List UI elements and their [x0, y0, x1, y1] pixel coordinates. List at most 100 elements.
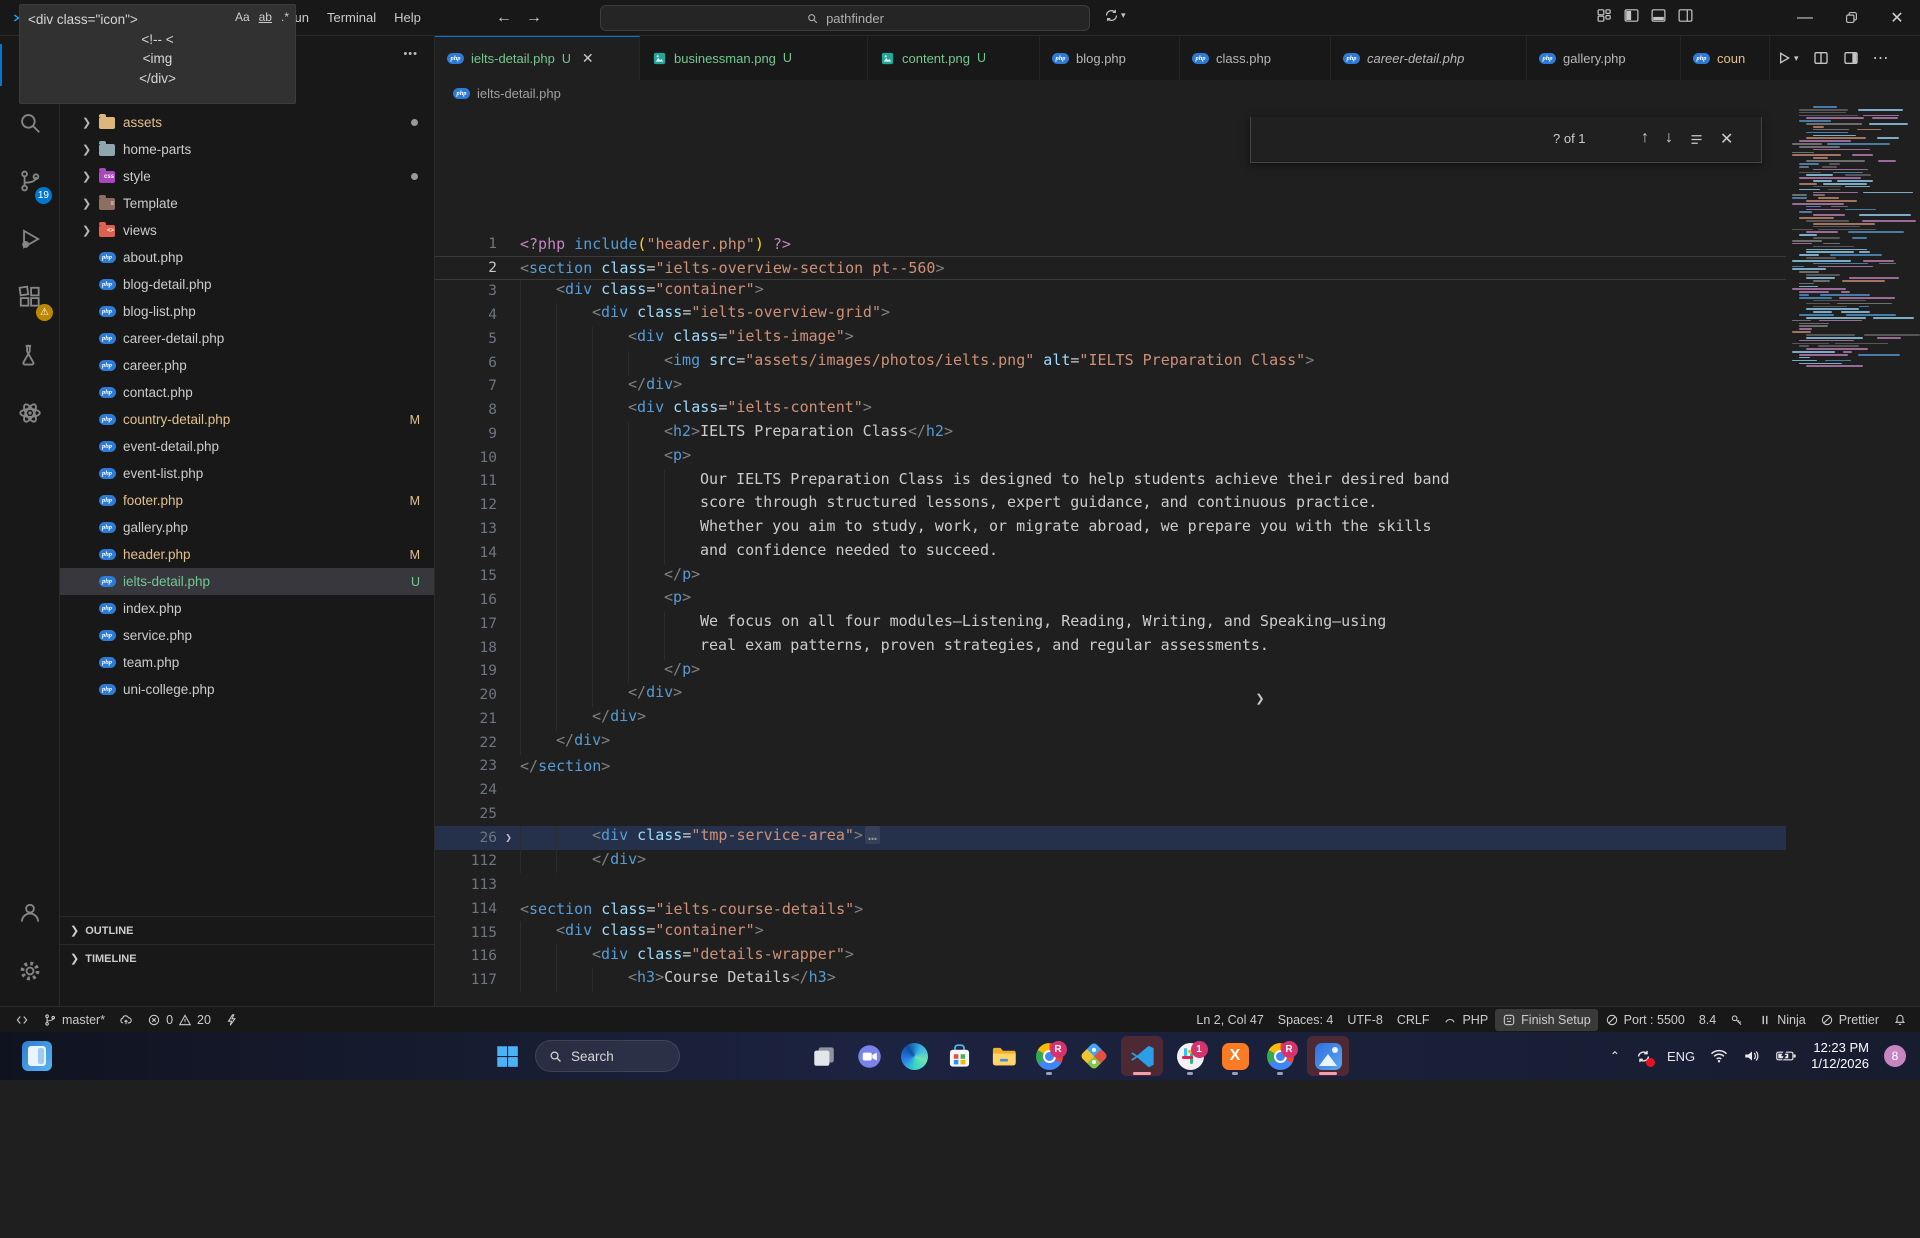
widgets-button[interactable]	[22, 1041, 52, 1071]
status-eol[interactable]: CRLF	[1390, 1009, 1437, 1031]
tree-item-event-detail.php[interactable]: php event-detail.php	[60, 433, 434, 460]
tab-coun[interactable]: phpcoun	[1681, 36, 1770, 80]
menu-help[interactable]: Help	[385, 5, 430, 31]
wifi-icon[interactable]	[1710, 1049, 1728, 1063]
onedrive-sync-icon[interactable]	[1635, 1048, 1652, 1065]
tree-item-ielts-detail.php[interactable]: php ielts-detail.phpU	[60, 568, 434, 595]
status-language-mode[interactable]: PHP	[1436, 1009, 1495, 1031]
language-indicator[interactable]: ENG	[1667, 1049, 1695, 1064]
battery-icon[interactable]	[1776, 1049, 1796, 1063]
find-previous-button[interactable]: ↑	[1641, 129, 1649, 149]
find-input[interactable]: Aa ab .* <div class="icon"><!-- <<img</d…	[19, 4, 296, 104]
outline-section[interactable]: ❯ OUTLINE	[60, 916, 435, 944]
tree-item-career.php[interactable]: php career.php	[60, 352, 434, 379]
status-encoding[interactable]: UTF-8	[1340, 1009, 1389, 1031]
tree-item-Template[interactable]: ❯≡ Template	[60, 190, 434, 217]
status-prettier[interactable]: Prettier	[1813, 1009, 1886, 1031]
taskbar-app-xampp[interactable]: X	[1217, 1036, 1253, 1076]
tree-item-about.php[interactable]: php about.php	[60, 244, 434, 271]
breadcrumb[interactable]: php ielts-detail.php	[435, 80, 1920, 106]
tree-item-blog-detail.php[interactable]: php blog-detail.php	[60, 271, 434, 298]
taskbar-app-teams-chat[interactable]	[851, 1036, 887, 1076]
tab-career-detail.php[interactable]: phpcareer-detail.php	[1331, 36, 1527, 80]
tab-class.php[interactable]: phpclass.php	[1180, 36, 1331, 80]
tab-businessman.png[interactable]: businessman.pngU	[640, 36, 868, 80]
find-next-button[interactable]: ↓	[1665, 129, 1673, 149]
minimap[interactable]	[1786, 106, 1900, 1006]
taskbar-app-chrome-profile-2[interactable]: R	[1262, 1036, 1298, 1076]
whole-word-button[interactable]: ab	[259, 10, 272, 24]
toggle-sidebar-icon[interactable]	[1623, 7, 1640, 24]
fold-chevron-icon[interactable]: ❯	[505, 831, 512, 844]
tree-item-index.php[interactable]: php index.php	[60, 595, 434, 622]
tree-item-views[interactable]: ❯<> views	[60, 217, 434, 244]
status-remote[interactable]	[8, 1009, 36, 1031]
customize-layout-icon[interactable]	[1596, 7, 1613, 24]
status-git-branch[interactable]: master*	[36, 1009, 112, 1031]
tab-content.png[interactable]: content.pngU	[868, 36, 1040, 80]
regex-button[interactable]: .*	[281, 10, 289, 24]
restore-button[interactable]	[1828, 0, 1874, 35]
status-finish-setup[interactable]: Finish Setup	[1495, 1009, 1597, 1031]
status-key[interactable]	[1723, 1009, 1751, 1031]
command-center-search[interactable]: pathfinder	[600, 5, 1090, 31]
clock[interactable]: 12:23 PM 1/12/2026	[1811, 1040, 1869, 1072]
volume-icon[interactable]	[1743, 1048, 1761, 1064]
tab-ielts-detail.php[interactable]: phpielts-detail.phpU✕	[435, 36, 640, 80]
tree-item-gallery.php[interactable]: php gallery.php	[60, 514, 434, 541]
tree-item-assets[interactable]: ❯ assets	[60, 109, 434, 136]
close-icon[interactable]: ✕	[582, 50, 594, 67]
taskbar-app-file-explorer[interactable]	[986, 1036, 1022, 1076]
activity-react-tools[interactable]	[0, 384, 60, 442]
editor-scrollbar[interactable]	[1900, 106, 1920, 1006]
status-live-reload[interactable]	[218, 1009, 246, 1031]
nav-forward-icon[interactable]: →	[526, 9, 542, 27]
sync-button[interactable]: ▾	[1104, 8, 1126, 23]
toggle-panel-icon[interactable]	[1650, 7, 1667, 24]
split-editor-button[interactable]	[1813, 50, 1829, 66]
tree-item-blog-list.php[interactable]: php blog-list.php	[60, 298, 434, 325]
explorer-more-actions[interactable]: •••	[403, 48, 418, 60]
timeline-section[interactable]: ❯ TIMELINE	[60, 944, 435, 972]
activity-run-and-debug[interactable]	[0, 210, 60, 268]
activity-source-control[interactable]: 19	[0, 152, 60, 210]
tray-chevron-up-icon[interactable]: ⌃	[1610, 1049, 1620, 1063]
tree-item-uni-college.php[interactable]: php uni-college.php	[60, 676, 434, 703]
taskbar-app-edge[interactable]	[896, 1036, 932, 1076]
taskbar-app-vscode[interactable]	[1121, 1036, 1163, 1076]
tab-gallery.php[interactable]: phpgallery.php	[1527, 36, 1681, 80]
tree-item-header.php[interactable]: php header.phpM	[60, 541, 434, 568]
tree-item-contact.php[interactable]: php contact.php	[60, 379, 434, 406]
minimize-button[interactable]: —	[1782, 0, 1828, 35]
match-case-button[interactable]: Aa	[235, 10, 250, 24]
status-ninja[interactable]: Ninja	[1751, 1009, 1813, 1031]
activity-extensions[interactable]: ⚠	[0, 268, 60, 326]
start-button[interactable]	[492, 1041, 522, 1071]
menu-terminal[interactable]: Terminal	[318, 5, 385, 31]
tree-item-career-detail.php[interactable]: php career-detail.php	[60, 325, 434, 352]
status-cursor-position[interactable]: Ln 2, Col 47	[1189, 1009, 1270, 1031]
taskbar-app-microsoft-store[interactable]	[941, 1036, 977, 1076]
activity-testing[interactable]	[0, 326, 60, 384]
status-notifications-bell[interactable]	[1886, 1009, 1914, 1031]
nav-back-icon[interactable]: ←	[496, 9, 512, 27]
status-indentation[interactable]: Spaces: 4	[1271, 1009, 1341, 1031]
status-php-version[interactable]: 8.4	[1692, 1009, 1723, 1031]
tree-item-service.php[interactable]: php service.php	[60, 622, 434, 649]
status-live-server-port[interactable]: Port : 5500	[1598, 1009, 1692, 1031]
notification-count-badge[interactable]: 8	[1884, 1045, 1906, 1067]
activity-accounts[interactable]	[0, 884, 60, 942]
close-button[interactable]: ✕	[1874, 0, 1920, 35]
taskbar-app-photos[interactable]	[1307, 1036, 1349, 1076]
tree-item-country-detail.php[interactable]: php country-detail.phpM	[60, 406, 434, 433]
find-close-button[interactable]: ✕	[1720, 129, 1733, 149]
tab-blog.php[interactable]: phpblog.php	[1040, 36, 1180, 80]
tree-item-home-parts[interactable]: ❯ home-parts	[60, 136, 434, 163]
tree-item-style[interactable]: ❯css style	[60, 163, 434, 190]
layout-button[interactable]	[1843, 50, 1859, 66]
taskbar-search[interactable]: Search	[535, 1040, 680, 1072]
tree-item-team.php[interactable]: php team.php	[60, 649, 434, 676]
taskbar-app-git-client[interactable]	[1076, 1036, 1112, 1076]
find-in-selection-button[interactable]	[1689, 132, 1704, 147]
tree-item-footer.php[interactable]: php footer.phpM	[60, 487, 434, 514]
